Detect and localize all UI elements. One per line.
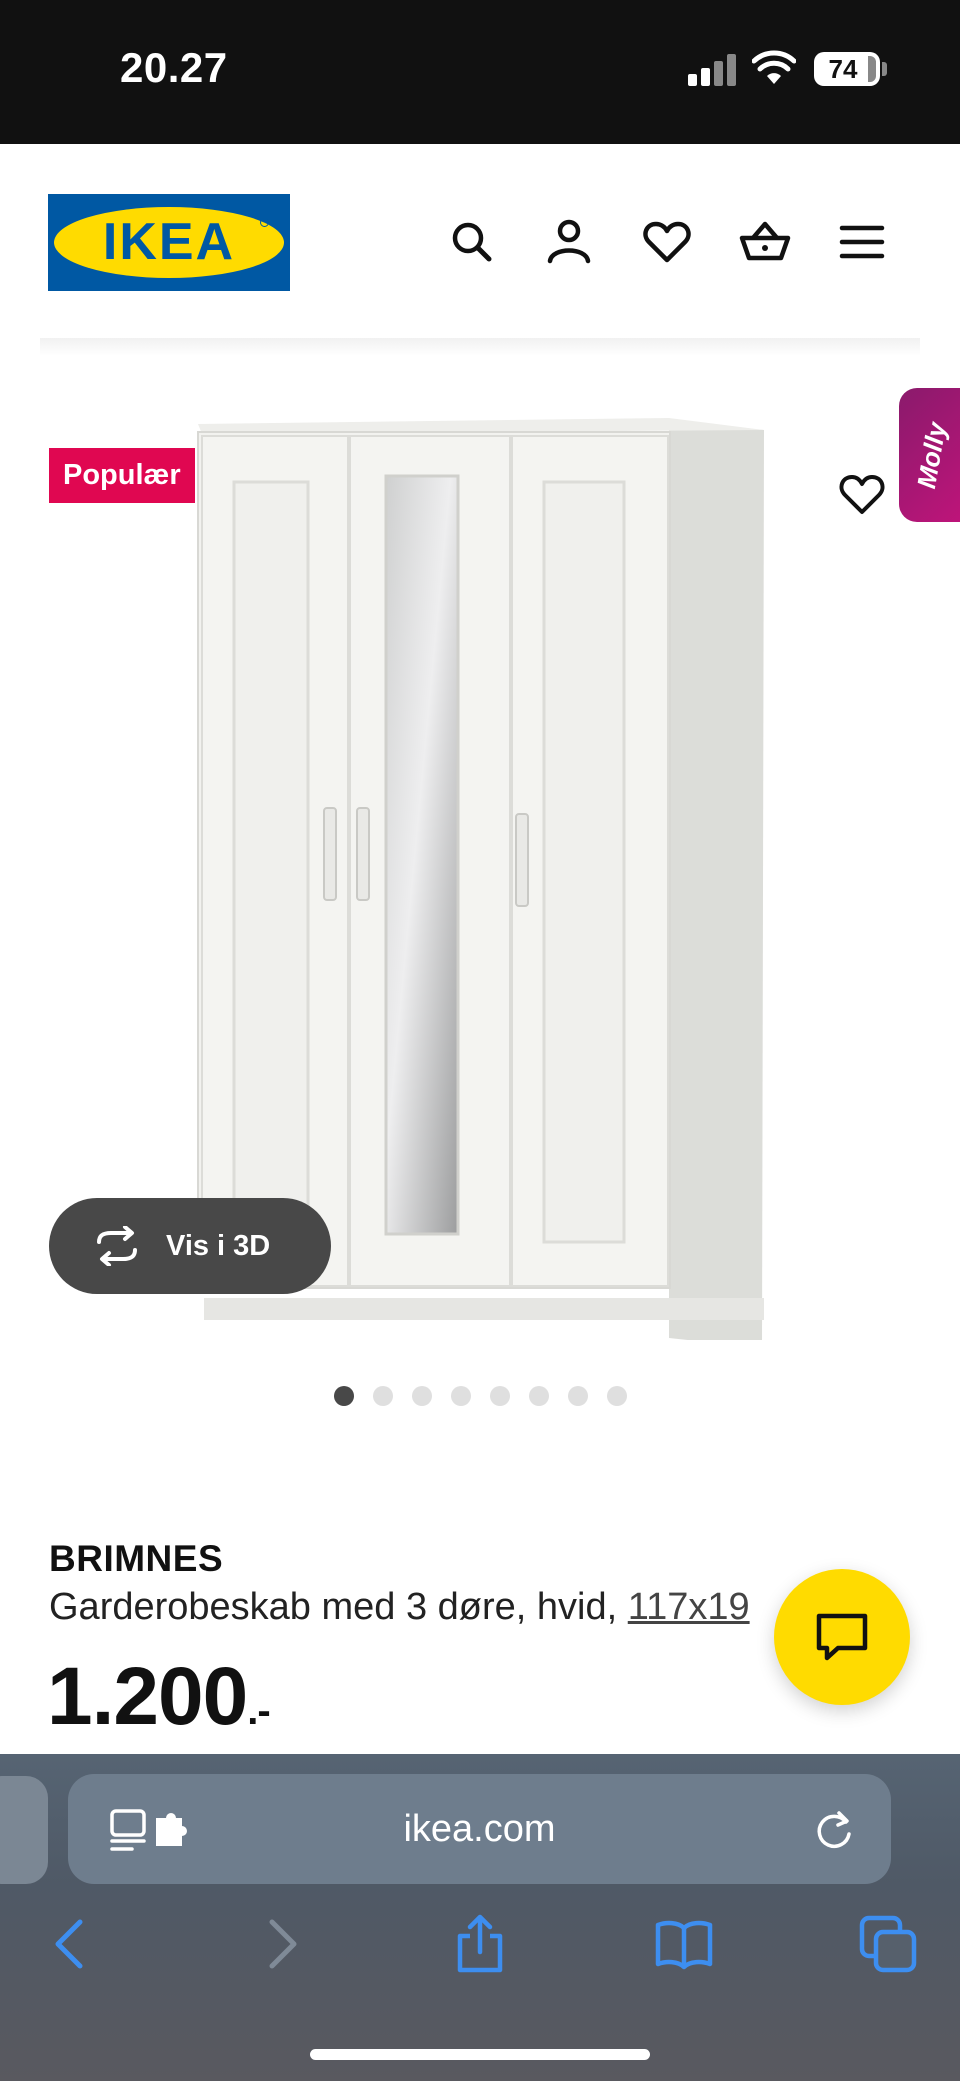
product-description-text: Garderobeskab med 3 døre, hvid, [49,1586,628,1628]
favourites-icon[interactable] [639,214,695,270]
add-to-favourites-button[interactable] [836,468,888,520]
product-size-link[interactable]: 117x19 [628,1586,750,1628]
status-bar: 20.27 74 [0,0,960,144]
product-description: Garderobeskab med 3 døre, hvid, 117x19 [49,1586,750,1629]
rotate-3d-icon [97,1226,137,1266]
forward-icon[interactable] [250,1914,310,1974]
bookmarks-icon[interactable] [654,1914,714,1974]
price-suffix: .- [247,1689,270,1733]
status-time: 20.27 [120,44,228,91]
search-icon[interactable] [444,214,500,270]
home-indicator[interactable] [310,2049,650,2060]
site-header: IKEA [0,144,960,340]
view-in-3d-label: Vis i 3D [166,1230,271,1262]
product-name: BRIMNES [49,1538,224,1579]
chat-icon [816,1613,868,1661]
wifi-icon [752,50,796,84]
previous-tab-preview[interactable] [0,1776,48,1884]
tabs-icon[interactable] [858,1914,918,1974]
account-icon[interactable] [541,214,597,270]
back-icon[interactable] [42,1914,102,1974]
pagination-dot[interactable] [568,1386,588,1406]
battery-level: 74 [828,54,858,84]
share-icon[interactable] [450,1914,510,1974]
pagination-dot[interactable] [334,1386,354,1406]
pagination-dot[interactable] [529,1386,549,1406]
reload-icon[interactable] [812,1808,856,1852]
pagination-dot[interactable] [451,1386,471,1406]
cellular-signal-icon [688,54,738,86]
menu-icon[interactable] [834,214,890,270]
pagination-dot[interactable] [373,1386,393,1406]
price-amount: 1.200 [47,1651,248,1742]
pagination-dot[interactable] [412,1386,432,1406]
image-pagination [0,1386,960,1410]
address-bar[interactable]: ikea.com [68,1774,891,1884]
basket-icon[interactable] [737,214,793,270]
pagination-dot[interactable] [490,1386,510,1406]
battery-icon: 74 [814,52,880,86]
product-price: 1.200.- [47,1650,271,1744]
ikea-logo[interactable]: IKEA [48,194,290,291]
popular-badge: Populær [49,448,195,503]
logo-wordmark: IKEA [102,213,236,271]
view-in-3d-button[interactable]: Vis i 3D [49,1198,331,1294]
molly-assistant-tab[interactable]: Molly [899,388,960,522]
product-image-gallery[interactable]: Populær Molly Vis i 3D [0,356,960,1366]
molly-label: Molly [910,420,953,491]
browser-toolbar: ikea.com [0,1754,960,2081]
pagination-dot[interactable] [607,1386,627,1406]
url-host: ikea.com [403,1808,556,1850]
chat-button[interactable] [774,1569,910,1705]
